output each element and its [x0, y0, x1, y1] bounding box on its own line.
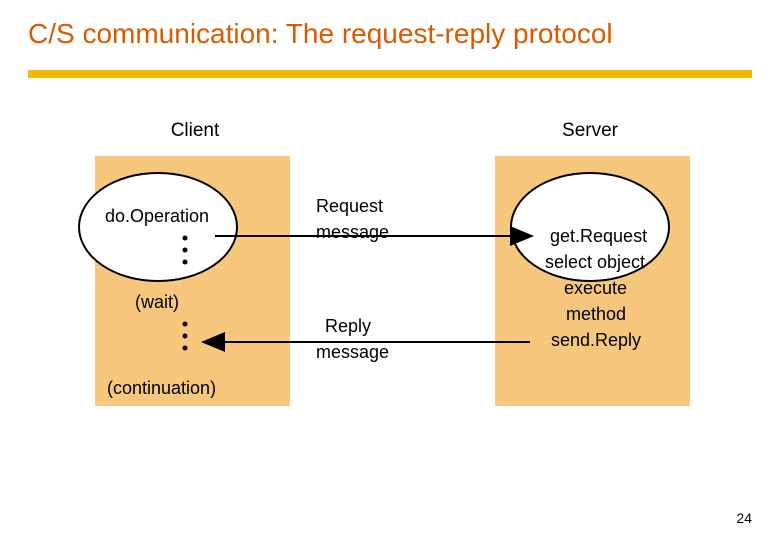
- title-underline: [28, 70, 752, 78]
- page-number: 24: [736, 510, 752, 526]
- slide-title: C/S communication: The request-reply pro…: [28, 18, 613, 50]
- diagram-area: Client do.Operation (wait) (continuation…: [0, 120, 780, 440]
- diagram-arrows: [0, 120, 780, 440]
